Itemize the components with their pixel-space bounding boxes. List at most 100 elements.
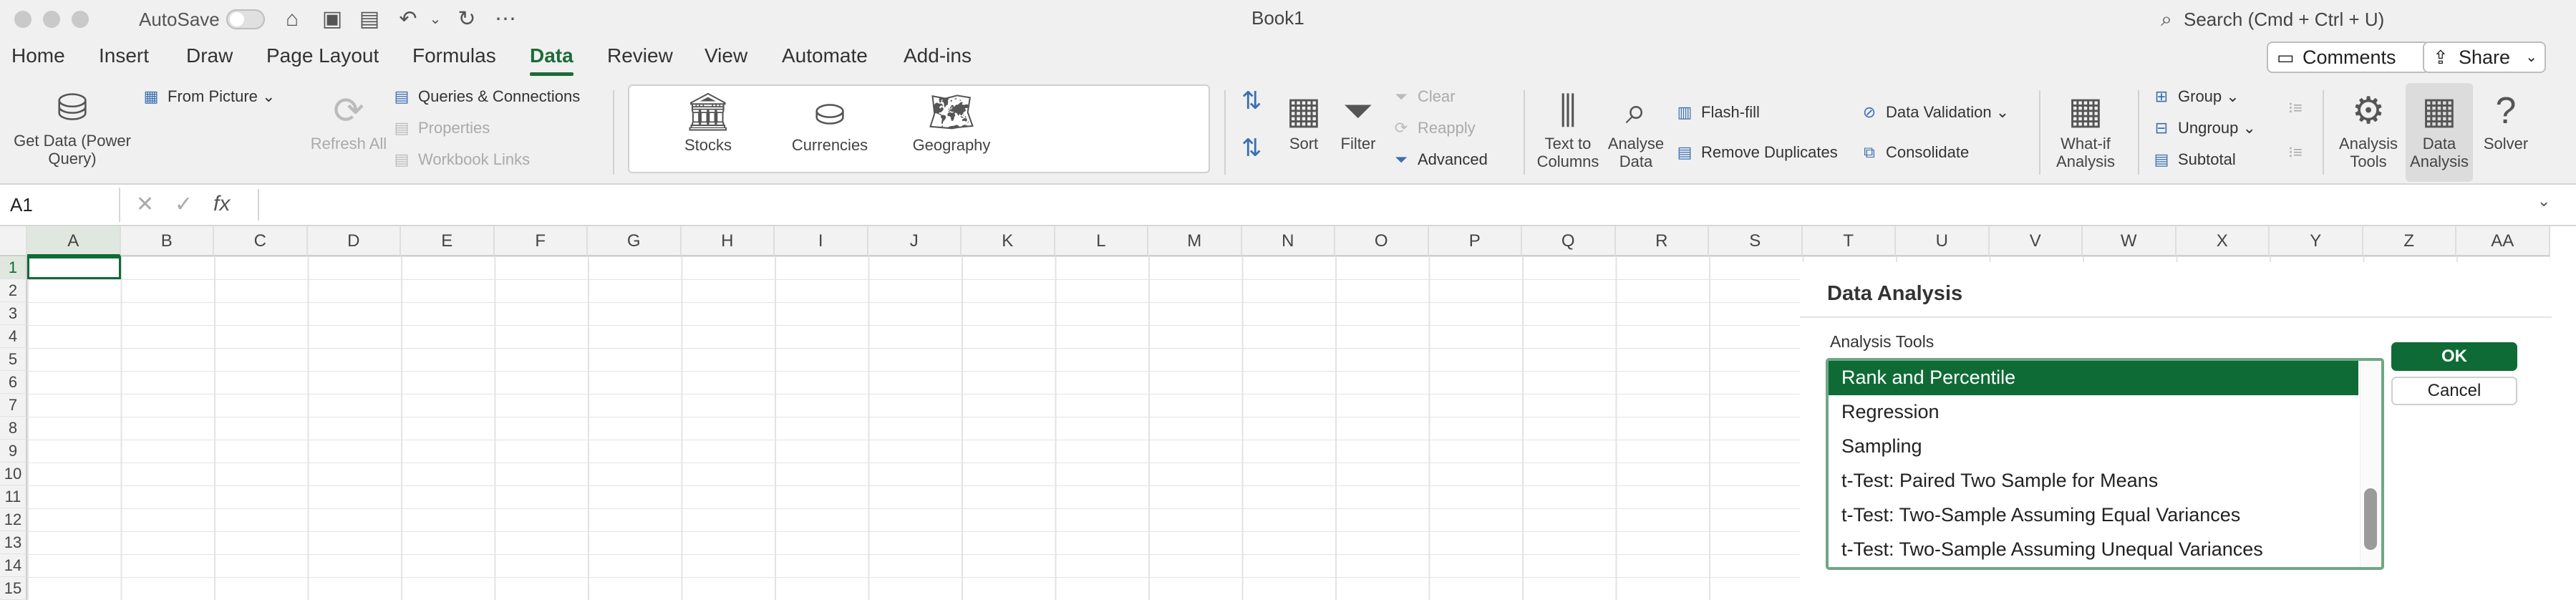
- column-header[interactable]: O: [1335, 226, 1429, 256]
- name-box[interactable]: A1: [0, 188, 120, 222]
- column-header[interactable]: N: [1241, 226, 1335, 256]
- formula-input[interactable]: [258, 189, 2529, 221]
- column-header[interactable]: T: [1802, 226, 1896, 256]
- row-header[interactable]: 3: [0, 302, 27, 325]
- column-header[interactable]: B: [120, 226, 214, 256]
- solver-button[interactable]: ? Solver: [2473, 87, 2539, 153]
- row-header[interactable]: 5: [0, 348, 27, 371]
- tab-add-ins[interactable]: Add-ins: [904, 44, 972, 67]
- row-header[interactable]: 11: [0, 485, 27, 508]
- analysis-tools-button[interactable]: ⚙ Analysis Tools: [2333, 87, 2404, 170]
- what-if-analysis-button[interactable]: ▦ What-if Analysis: [2046, 87, 2125, 170]
- cancel-button[interactable]: Cancel: [2391, 377, 2517, 405]
- column-header[interactable]: Y: [2270, 226, 2363, 256]
- insert-function-button[interactable]: fx: [213, 192, 230, 216]
- data-validation-button[interactable]: ⊘ Data Validation ⌄: [1859, 102, 2009, 123]
- save-as-icon[interactable]: ▤: [355, 6, 384, 33]
- tab-automate[interactable]: Automate: [782, 44, 868, 67]
- row-header[interactable]: 14: [0, 554, 27, 577]
- data-analysis-button[interactable]: ▦ Data Analysis: [2406, 83, 2473, 182]
- advanced-filter-button[interactable]: ⏷ Advanced: [1390, 149, 1488, 170]
- column-header[interactable]: L: [1055, 226, 1148, 256]
- select-all-corner[interactable]: [0, 226, 27, 256]
- column-header[interactable]: I: [775, 226, 868, 256]
- queries-connections-button[interactable]: ▤ Queries & Connections: [391, 86, 581, 107]
- column-header[interactable]: X: [2176, 226, 2270, 256]
- row-header[interactable]: 8: [0, 417, 27, 440]
- reapply-button[interactable]: ⟳ Reapply: [1390, 117, 1476, 139]
- column-header[interactable]: E: [401, 226, 495, 256]
- tab-data[interactable]: Data: [530, 44, 573, 76]
- column-header[interactable]: R: [1615, 226, 1709, 256]
- hide-detail-icon[interactable]: ⁝≡: [2288, 142, 2303, 163]
- row-header[interactable]: 7: [0, 394, 27, 417]
- text-to-columns-button[interactable]: ⫼ Text to Columns: [1534, 87, 1602, 170]
- column-header[interactable]: K: [962, 226, 1055, 256]
- row-header[interactable]: 2: [0, 279, 27, 302]
- ok-button[interactable]: OK: [2391, 342, 2517, 371]
- row-header[interactable]: 12: [0, 508, 27, 531]
- column-header[interactable]: P: [1428, 226, 1522, 256]
- minimize-window-button[interactable]: [43, 11, 60, 28]
- tab-page-layout[interactable]: Page Layout: [266, 44, 379, 67]
- tab-draw[interactable]: Draw: [186, 44, 233, 67]
- column-header[interactable]: Z: [2363, 226, 2456, 256]
- share-button[interactable]: ⇪ Share ⌄: [2423, 42, 2546, 73]
- row-header[interactable]: 6: [0, 371, 27, 394]
- list-item[interactable]: t-Test: Two-Sample Assuming Equal Varian…: [1829, 498, 2358, 533]
- properties-button[interactable]: ▤ Properties: [391, 117, 490, 139]
- cancel-formula-icon[interactable]: ✕: [136, 192, 154, 217]
- tab-review[interactable]: Review: [607, 44, 673, 67]
- tab-view[interactable]: View: [704, 44, 747, 67]
- autosave-toggle[interactable]: [226, 9, 265, 29]
- column-header[interactable]: W: [2083, 226, 2176, 256]
- ungroup-button[interactable]: ⊟ Ungroup ⌄: [2151, 117, 2256, 139]
- workbook-links-button[interactable]: ▤ Workbook Links: [391, 149, 531, 170]
- undo-icon[interactable]: ↶: [394, 6, 422, 33]
- row-header[interactable]: 10: [0, 463, 27, 485]
- list-scrollbar[interactable]: [2360, 361, 2381, 567]
- row-header[interactable]: 13: [0, 531, 27, 554]
- undo-dropdown-icon[interactable]: ⌄: [421, 6, 450, 33]
- column-header[interactable]: Q: [1522, 226, 1616, 256]
- zoom-window-button[interactable]: [72, 11, 89, 28]
- flash-fill-button[interactable]: ▥ Flash-fill: [1674, 102, 1760, 123]
- sort-button[interactable]: ▦ Sort: [1279, 87, 1329, 153]
- expand-formula-bar-icon[interactable]: ⌄: [2537, 192, 2550, 211]
- column-header[interactable]: U: [1896, 226, 1990, 256]
- list-scrollbar-thumb[interactable]: [2364, 488, 2377, 550]
- column-header[interactable]: S: [1709, 226, 1803, 256]
- more-options-icon[interactable]: ⋯: [491, 6, 520, 33]
- save-icon[interactable]: ▣: [318, 6, 347, 33]
- geography-button[interactable]: 🗺 Geography: [880, 89, 1023, 154]
- show-detail-icon[interactable]: ⁝≡: [2288, 97, 2303, 119]
- row-header[interactable]: 15: [0, 577, 27, 600]
- search-input[interactable]: Search (Cmd + Ctrl + U): [2184, 9, 2384, 31]
- column-header[interactable]: H: [681, 226, 775, 256]
- column-header[interactable]: M: [1148, 226, 1242, 256]
- row-header[interactable]: 9: [0, 440, 27, 463]
- subtotal-button[interactable]: ▤ Subtotal: [2151, 149, 2236, 170]
- active-cell[interactable]: [27, 256, 121, 279]
- column-header[interactable]: G: [588, 226, 682, 256]
- list-item[interactable]: t-Test: Paired Two Sample for Means: [1829, 464, 2358, 498]
- refresh-all-button[interactable]: ⟳ Refresh All: [309, 87, 388, 153]
- clear-button[interactable]: ⏷ Clear: [1390, 86, 1455, 107]
- list-item[interactable]: Rank and Percentile: [1829, 361, 2358, 395]
- from-picture-button[interactable]: ▦ From Picture ⌄: [140, 86, 276, 107]
- stocks-button[interactable]: 🏛 Stocks: [665, 89, 751, 154]
- tab-formulas[interactable]: Formulas: [412, 44, 496, 67]
- list-item[interactable]: t-Test: Two-Sample Assuming Unequal Vari…: [1829, 533, 2358, 567]
- list-item[interactable]: Regression: [1829, 395, 2358, 430]
- column-header[interactable]: F: [494, 226, 588, 256]
- column-header[interactable]: J: [868, 226, 962, 256]
- row-header[interactable]: 4: [0, 325, 27, 348]
- analysis-tools-listbox[interactable]: Rank and Percentile Regression Sampling …: [1826, 358, 2384, 570]
- comments-button[interactable]: ▭ Comments: [2267, 42, 2430, 73]
- column-header[interactable]: D: [307, 226, 401, 256]
- column-header[interactable]: V: [1989, 226, 2083, 256]
- column-header[interactable]: A: [27, 226, 121, 256]
- row-header[interactable]: 1: [0, 256, 27, 279]
- home-icon[interactable]: ⌂: [278, 6, 306, 33]
- column-header[interactable]: AA: [2456, 226, 2550, 256]
